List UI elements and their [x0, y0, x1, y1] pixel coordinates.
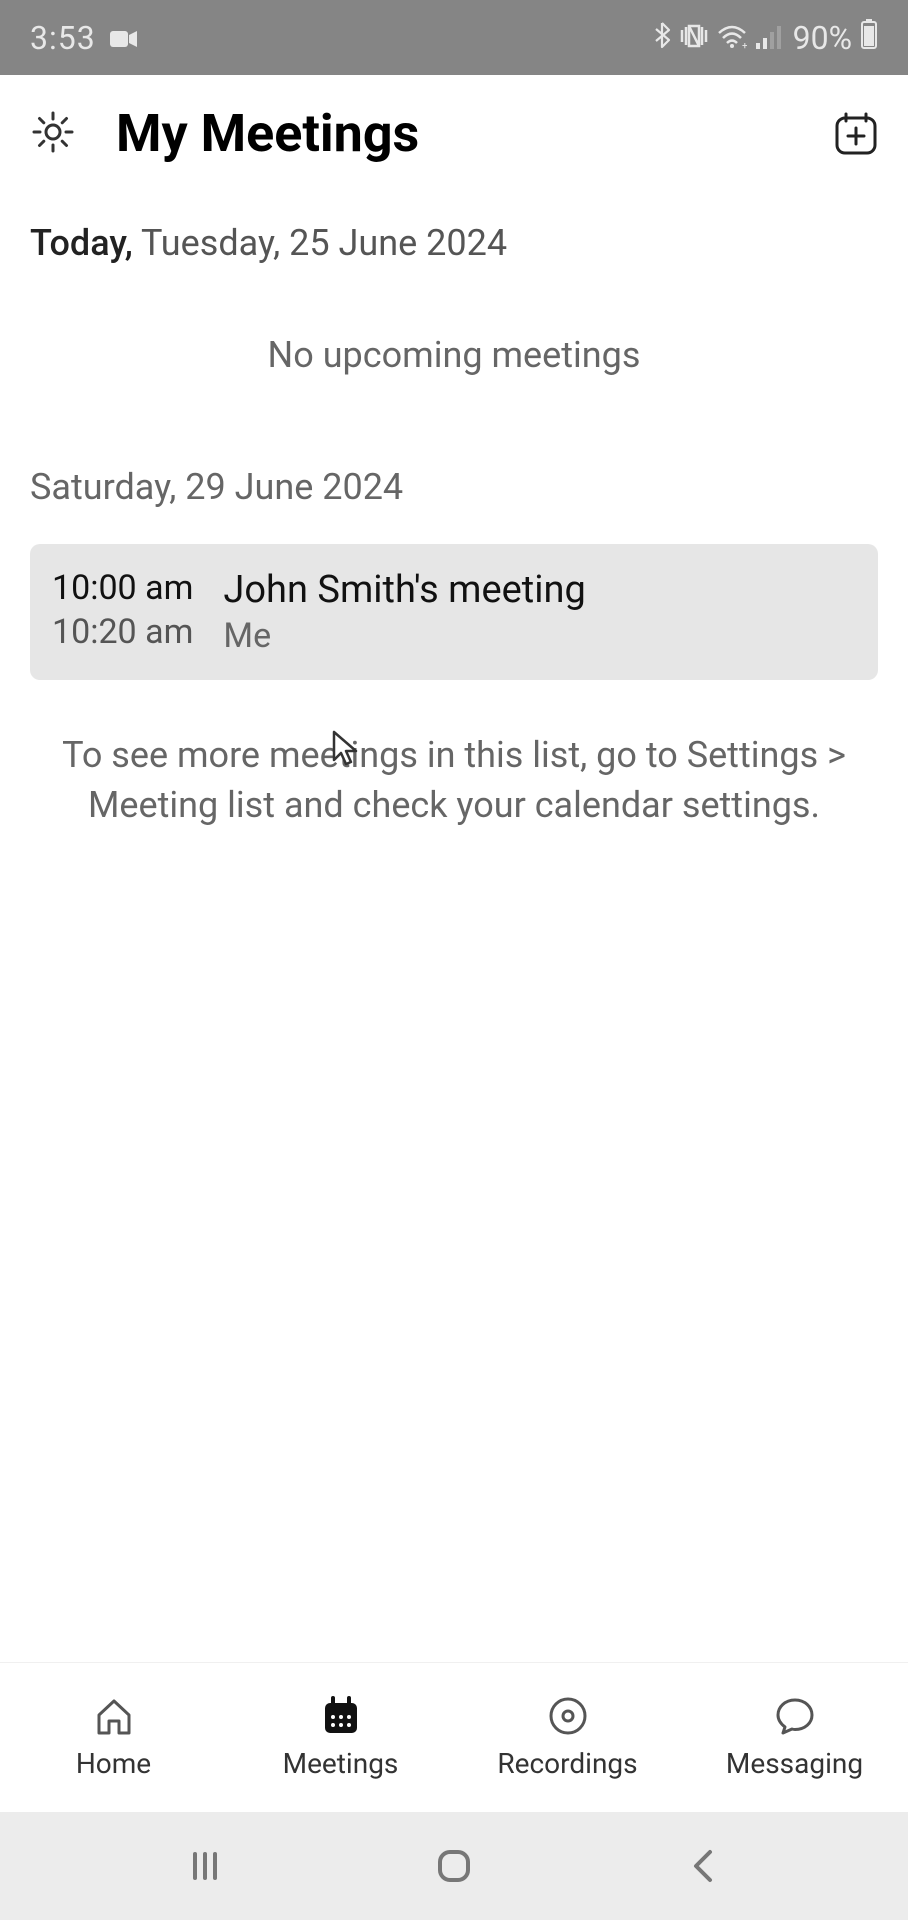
home-icon: [93, 1695, 135, 1737]
today-date-line: Today, Tuesday, 25 June 2024: [30, 222, 878, 264]
record-icon: [547, 1695, 589, 1737]
meeting-times: 10:00 am 10:20 am: [52, 568, 193, 656]
back-button[interactable]: [679, 1842, 727, 1890]
system-nav-bar: [0, 1812, 908, 1920]
signal-icon: [755, 19, 781, 57]
meeting-info: John Smith's meeting Me: [223, 568, 585, 656]
today-label: Today,: [30, 222, 133, 264]
status-time: 3:53: [30, 19, 96, 57]
nav-recordings-label: Recordings: [497, 1747, 637, 1780]
battery-percentage: 90%: [793, 19, 852, 57]
battery-icon: [860, 19, 878, 57]
meeting-host: Me: [223, 616, 585, 656]
status-left: 3:53: [30, 19, 138, 57]
today-date: Tuesday, 25 June 2024: [141, 222, 507, 264]
recents-button[interactable]: [181, 1842, 229, 1890]
meeting-title: John Smith's meeting: [223, 568, 585, 612]
bottom-nav: Home Meetings Recordings Messaging: [0, 1662, 908, 1812]
vibrate-icon: [679, 19, 709, 57]
nav-home-label: Home: [76, 1747, 151, 1780]
gear-icon[interactable]: [30, 109, 76, 159]
status-bar: 3:53 + 90%: [0, 0, 908, 75]
add-meeting-button[interactable]: [834, 112, 878, 156]
nav-meetings-label: Meetings: [283, 1747, 399, 1780]
meeting-start-time: 10:00 am: [52, 568, 193, 608]
calendar-icon: [320, 1695, 362, 1737]
meeting-end-time: 10:20 am: [52, 612, 193, 652]
nav-messaging[interactable]: Messaging: [681, 1663, 908, 1812]
app-header: My Meetings: [0, 75, 908, 182]
chat-icon: [774, 1695, 816, 1737]
no-meetings-message: No upcoming meetings: [30, 334, 878, 376]
svg-text:+: +: [742, 41, 747, 49]
bluetooth-icon: [653, 19, 671, 57]
nav-messaging-label: Messaging: [726, 1747, 863, 1780]
nav-recordings[interactable]: Recordings: [454, 1663, 681, 1812]
home-button[interactable]: [430, 1842, 478, 1890]
wifi-icon: +: [717, 19, 747, 57]
settings-hint: To see more meetings in this list, go to…: [30, 730, 878, 831]
page-title: My Meetings: [116, 103, 794, 164]
nav-home[interactable]: Home: [0, 1663, 227, 1812]
status-right: + 90%: [653, 19, 878, 57]
nav-meetings[interactable]: Meetings: [227, 1663, 454, 1812]
meeting-card[interactable]: 10:00 am 10:20 am John Smith's meeting M…: [30, 544, 878, 680]
content-area: Today, Tuesday, 25 June 2024 No upcoming…: [0, 182, 908, 831]
future-date-header: Saturday, 29 June 2024: [30, 466, 878, 508]
video-camera-icon: [110, 19, 138, 57]
